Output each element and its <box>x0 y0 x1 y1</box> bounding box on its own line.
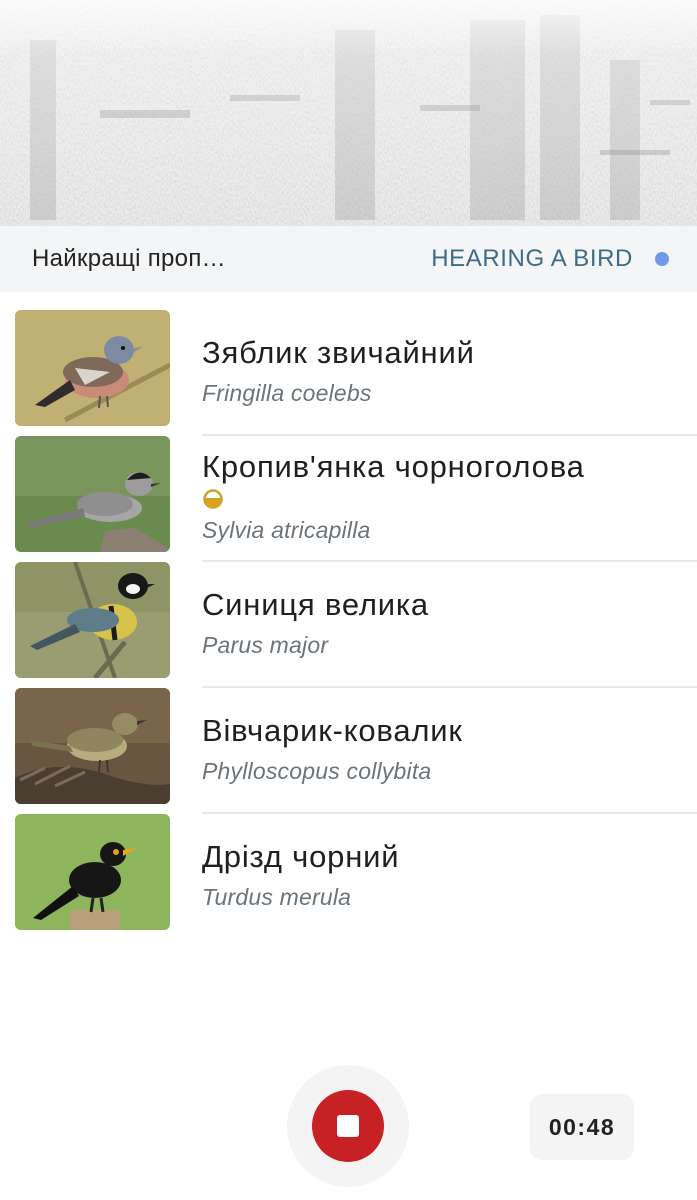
species-info: Дрізд чорний Turdus merula <box>202 814 697 940</box>
species-item[interactable]: Кропив'янка чорноголова Sylvia atricapil… <box>0 436 697 562</box>
spectrogram <box>0 0 697 226</box>
blackbird-photo <box>15 814 170 930</box>
status-bar: Найкращі проп… HEARING A BIRD <box>0 226 697 292</box>
species-common-name: Кропив'янка чорноголова <box>202 449 585 484</box>
hearing-status-text: HEARING A BIRD <box>431 245 633 272</box>
spectrogram-image <box>0 0 697 226</box>
species-common-name: Зяблик звичайний <box>202 335 475 370</box>
record-control <box>287 1065 409 1187</box>
species-item[interactable]: Дрізд чорний Turdus merula <box>0 814 697 940</box>
half-circle-badge-icon <box>203 489 223 509</box>
species-info: Кропив'янка чорноголова Sylvia atricapil… <box>202 436 697 562</box>
chiffchaff-photo <box>15 688 170 804</box>
status-title: Найкращі проп… <box>32 245 226 272</box>
stop-icon <box>337 1115 359 1137</box>
hearing-indicator: HEARING A BIRD <box>431 245 669 273</box>
species-info: Синиця велика Parus major <box>202 562 697 688</box>
species-item[interactable]: Зяблик звичайний Fringilla coelebs <box>0 310 697 436</box>
species-item[interactable]: Вівчарик-ковалик Phylloscopus collybita <box>0 688 697 814</box>
species-item[interactable]: Синиця велика Parus major <box>0 562 697 688</box>
species-common-name: Вівчарик-ковалик <box>202 713 463 748</box>
species-info: Зяблик звичайний Fringilla coelebs <box>202 310 697 436</box>
species-latin-name: Sylvia atricapilla <box>202 517 371 543</box>
recording-timer: 00:48 <box>530 1094 634 1160</box>
great-tit-photo <box>15 562 170 678</box>
species-latin-name: Phylloscopus collybita <box>202 758 432 784</box>
species-common-name: Дрізд чорний <box>202 839 400 874</box>
species-latin-name: Turdus merula <box>202 884 352 910</box>
species-latin-name: Parus major <box>202 632 329 658</box>
species-list: Зяблик звичайний Fringilla coelebs Кропи… <box>0 310 697 940</box>
species-common-name: Синиця велика <box>202 587 429 622</box>
chaffinch-photo <box>15 310 170 426</box>
species-info: Вівчарик-ковалик Phylloscopus collybita <box>202 688 697 814</box>
hearing-dot-icon <box>655 252 669 266</box>
blackcap-photo <box>15 436 170 552</box>
species-latin-name: Fringilla coelebs <box>202 380 372 406</box>
stop-recording-button[interactable] <box>312 1090 384 1162</box>
